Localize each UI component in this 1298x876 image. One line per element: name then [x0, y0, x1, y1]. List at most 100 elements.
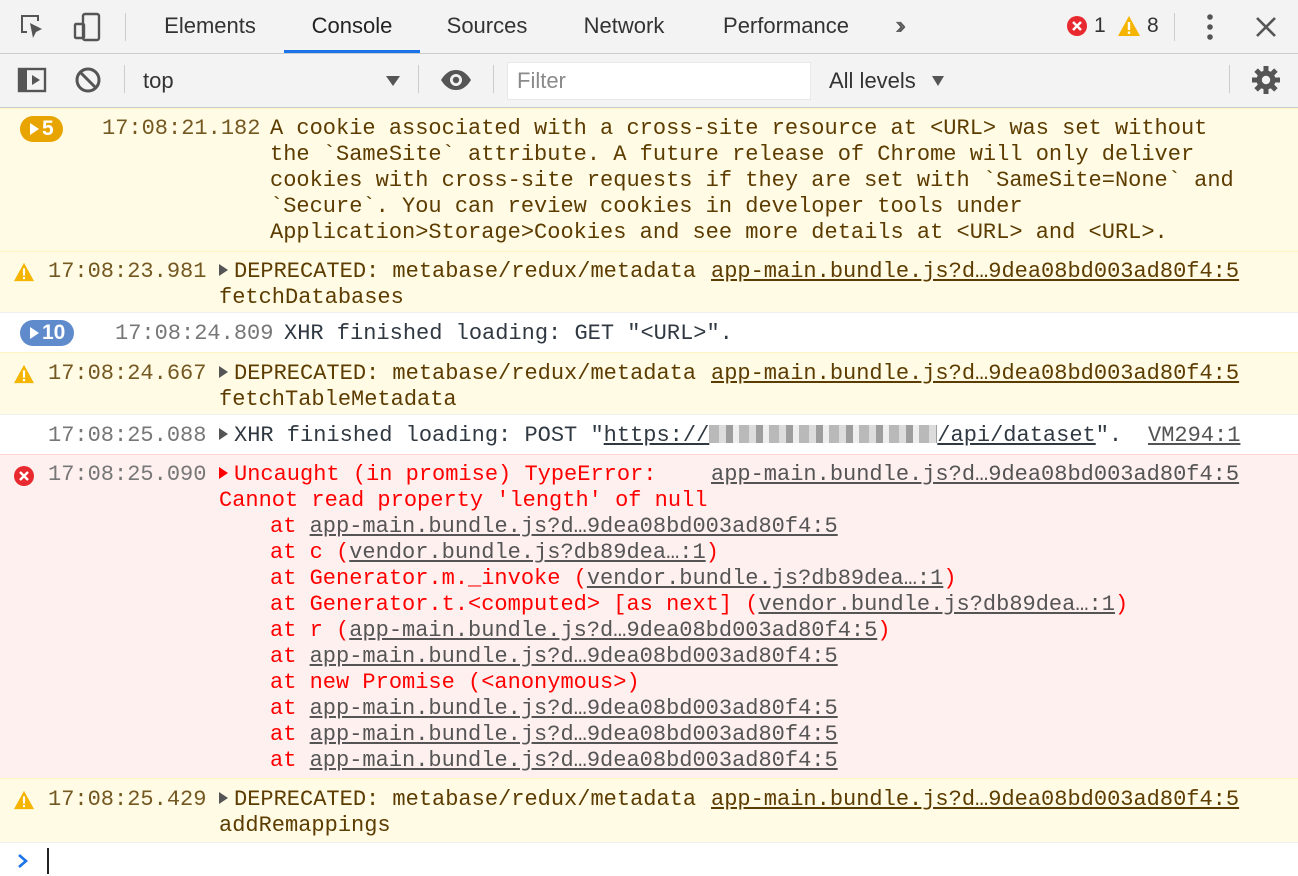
console-message-warning[interactable]: 17:08:25.429 DEPRECATED: metabase/redux/… [0, 778, 1298, 842]
devtools-tabbar: Elements Console Sources Network Perform… [0, 0, 1298, 54]
request-url-link[interactable]: https:// /api/dataset [604, 423, 1096, 448]
prompt-chevron-icon [18, 854, 28, 868]
error-icon [1067, 16, 1087, 36]
error-icon [14, 466, 34, 486]
message-text: XHR finished loading: GET "<URL>". [284, 321, 733, 346]
tab-network[interactable]: Network [564, 0, 684, 53]
chevron-down-icon[interactable] [386, 76, 400, 86]
repeat-count-badge[interactable]: 5 [20, 116, 63, 142]
message-text: Uncaught (in promise) TypeError: [234, 462, 657, 487]
error-count: 1 [1094, 14, 1106, 37]
kebab-menu-icon[interactable] [1193, 11, 1227, 43]
message-text-line: cookies with cross-site requests if they… [270, 168, 1234, 193]
stack-frame-link[interactable]: vendor.bundle.js?db89dea…:1 [758, 592, 1114, 617]
tab-sources[interactable]: Sources [430, 0, 544, 53]
chevron-down-icon[interactable] [932, 76, 944, 86]
stack-frame-link[interactable]: app-main.bundle.js?d…9dea08bd003ad80f4:5 [310, 722, 838, 747]
repeat-count-badge[interactable]: 10 [20, 320, 75, 346]
message-text-line: fetchDatabases [219, 285, 404, 310]
console-prompt[interactable] [0, 842, 1298, 876]
source-link[interactable]: app-main.bundle.js?d…9dea08bd003ad80f4:5 [711, 787, 1239, 813]
stack-frame: at new Promise (<anonymous>) [270, 670, 640, 696]
context-selector[interactable]: top [143, 54, 174, 107]
source-link[interactable]: app-main.bundle.js?d…9dea08bd003ad80f4:5 [711, 361, 1239, 387]
console-message-info[interactable]: 17:08:25.088 XHR finished loading: POST … [0, 414, 1298, 454]
stack-frame: at c (vendor.bundle.js?db89dea…:1) [270, 540, 719, 566]
console-message-warning[interactable]: 5 17:08:21.182 A cookie associated with … [0, 108, 1298, 251]
console-message-warning[interactable]: 17:08:23.981 DEPRECATED: metabase/redux/… [0, 251, 1298, 312]
stack-frame-text: at [270, 514, 310, 539]
stack-frame: at Generator.m._invoke (vendor.bundle.js… [270, 566, 957, 592]
source-link[interactable]: VM294:1 [1148, 423, 1240, 449]
console-message-warning[interactable]: 17:08:24.667 DEPRECATED: metabase/redux/… [0, 352, 1298, 414]
warning-icon [1118, 16, 1140, 36]
stack-frame-text: at Generator.t.<computed> [as next] ( [270, 592, 759, 617]
message-expand-toggle[interactable]: XHR finished loading: POST "https:// /api… [219, 423, 1122, 449]
gear-icon[interactable] [1249, 64, 1283, 96]
message-timestamp: 17:08:23.981 [48, 259, 207, 284]
stack-frame-text: ) [877, 618, 891, 643]
stack-frame-link[interactable]: app-main.bundle.js?d…9dea08bd003ad80f4:5 [310, 514, 838, 539]
message-expand-toggle[interactable]: DEPRECATED: metabase/redux/metadata [219, 787, 696, 813]
message-timestamp: 17:08:25.088 [48, 423, 207, 448]
stack-frame-link[interactable]: app-main.bundle.js?d…9dea08bd003ad80f4:5 [349, 618, 877, 643]
message-timestamp: 17:08:25.090 [48, 462, 207, 487]
stack-frame: at app-main.bundle.js?d…9dea08bd003ad80f… [270, 722, 838, 748]
message-text: DEPRECATED: metabase/redux/metadata [234, 259, 697, 284]
close-icon[interactable] [1249, 11, 1283, 43]
console-message-error[interactable]: 17:08:25.090 Uncaught (in promise) TypeE… [0, 454, 1298, 778]
clear-console-icon[interactable] [71, 64, 105, 96]
stack-frame-text: at [270, 722, 310, 747]
sidebar-toggle-icon[interactable] [15, 64, 49, 96]
warning-icon [14, 790, 34, 810]
warning-count: 8 [1147, 14, 1159, 37]
tab-elements[interactable]: Elements [146, 0, 274, 53]
filter-input[interactable] [507, 62, 811, 100]
stack-frame-link[interactable]: app-main.bundle.js?d…9dea08bd003ad80f4:5 [310, 748, 838, 773]
message-text-line: the `SameSite` attribute. A future relea… [270, 142, 1195, 167]
message-expand-toggle[interactable]: DEPRECATED: metabase/redux/metadata [219, 361, 696, 387]
stack-frame: at app-main.bundle.js?d…9dea08bd003ad80f… [270, 696, 838, 722]
source-link[interactable]: app-main.bundle.js?d…9dea08bd003ad80f4:5 [711, 462, 1239, 488]
stack-frame-text: ) [943, 566, 957, 591]
stack-frame-link[interactable]: vendor.bundle.js?db89dea…:1 [349, 540, 705, 565]
stack-frame-text: at new Promise (<anonymous>) [270, 670, 640, 695]
toolbar-separator [418, 65, 419, 93]
stack-frame: at Generator.t.<computed> [as next] (ven… [270, 592, 1128, 618]
message-timestamp: 17:08:25.429 [48, 787, 207, 812]
message-text-line: addRemappings [219, 813, 391, 838]
inspect-element-icon[interactable] [16, 11, 50, 43]
stack-frame-text: at [270, 644, 310, 669]
redacted-host [709, 425, 938, 443]
message-expand-toggle[interactable]: DEPRECATED: metabase/redux/metadata [219, 259, 696, 285]
log-levels-dropdown[interactable]: All levels [829, 54, 916, 107]
stack-frame-link[interactable]: app-main.bundle.js?d…9dea08bd003ad80f4:5 [310, 644, 838, 669]
stack-frame-text: at [270, 696, 310, 721]
warning-counter[interactable]: 8 [1117, 12, 1159, 40]
tab-console[interactable]: Console [284, 0, 420, 53]
stack-frame: at app-main.bundle.js?d…9dea08bd003ad80f… [270, 748, 838, 774]
message-text: DEPRECATED: metabase/redux/metadata [234, 787, 697, 812]
console-message-info[interactable]: 10 17:08:24.809 XHR finished loading: GE… [0, 312, 1298, 352]
tabbar-separator [125, 13, 126, 41]
text-caret [47, 848, 49, 874]
stack-frame-link[interactable]: app-main.bundle.js?d…9dea08bd003ad80f4:5 [310, 696, 838, 721]
toolbar-separator [493, 65, 494, 93]
device-toolbar-icon[interactable] [70, 11, 104, 43]
source-link[interactable]: app-main.bundle.js?d…9dea08bd003ad80f4:5 [711, 259, 1239, 285]
message-text-line: A cookie associated with a cross-site re… [270, 116, 1208, 141]
stack-frame: at r (app-main.bundle.js?d…9dea08bd003ad… [270, 618, 891, 644]
tab-performance[interactable]: Performance [704, 0, 868, 53]
more-tabs-icon[interactable]: ›› [895, 0, 907, 53]
toolbar-separator [124, 65, 125, 93]
message-timestamp: 17:08:24.809 [115, 321, 274, 346]
message-expand-toggle[interactable]: Uncaught (in promise) TypeError: [219, 462, 656, 488]
eye-icon[interactable] [439, 64, 473, 96]
message-timestamp: 17:08:21.182 [102, 116, 261, 141]
message-text-line: fetchTableMetadata [219, 387, 457, 412]
toolbar-separator [1229, 65, 1230, 93]
stack-frame-link[interactable]: vendor.bundle.js?db89dea…:1 [587, 566, 943, 591]
error-counter[interactable]: 1 [1066, 12, 1106, 40]
message-text: XHR finished loading: POST " [234, 423, 604, 448]
console-toolbar: top All levels [0, 54, 1298, 108]
